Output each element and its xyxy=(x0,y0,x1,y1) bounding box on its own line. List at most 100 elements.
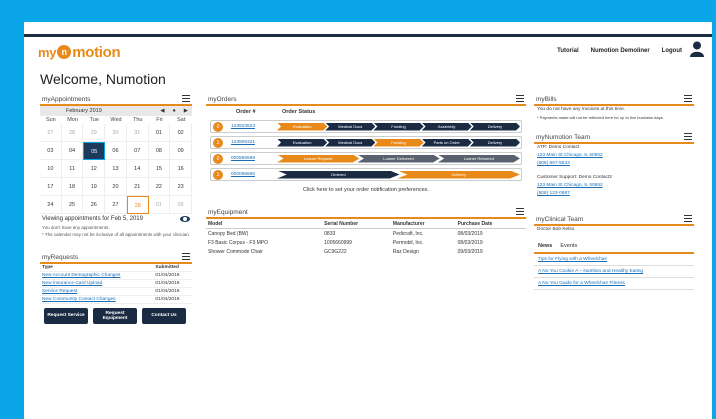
calendar-day[interactable]: 26 xyxy=(83,196,106,214)
news-item-link[interactable]: A No You Cookie A – Nutrition and Health… xyxy=(534,266,694,279)
contact-us-button[interactable]: Contact Us xyxy=(142,308,186,324)
request-type-link[interactable]: Service Request xyxy=(40,287,154,296)
nav-tutorial[interactable]: Tutorial xyxy=(557,48,579,54)
request-date: 01/04/2019 xyxy=(153,271,192,280)
eye-icon[interactable] xyxy=(180,216,190,222)
calendar-day[interactable]: 28 xyxy=(126,196,149,214)
calendar-day[interactable]: 11 xyxy=(61,160,84,178)
nav-logout[interactable]: Logout xyxy=(662,48,682,54)
request-service-button[interactable]: Request Service xyxy=(44,308,88,324)
atp-address-link[interactable]: 123 Main St Chicago, IL 60652 xyxy=(534,152,694,160)
calendar-day[interactable]: 12 xyxy=(83,160,106,178)
calendar-day[interactable]: 03 xyxy=(40,142,62,160)
request-type-link[interactable]: New Account Demographic Changes xyxy=(40,271,154,280)
calendar-day[interactable]: 06 xyxy=(105,142,127,160)
calendar-day[interactable]: 28 xyxy=(61,124,84,142)
menu-icon[interactable] xyxy=(684,95,692,103)
nav-user-name[interactable]: Numotion Demoliner xyxy=(591,48,650,54)
appointments-title: myAppointments xyxy=(42,96,91,103)
request-date: 01/04/2019 xyxy=(153,295,192,304)
menu-icon[interactable] xyxy=(684,133,692,141)
notification-prefs-link[interactable]: Click here to set your order notificatio… xyxy=(206,184,526,196)
request-date: 01/04/2019 xyxy=(153,279,192,288)
calendar-day[interactable]: 10 xyxy=(40,160,62,178)
order-step: Medical Docs xyxy=(325,122,376,131)
col-manufacturer: Manufacturer xyxy=(390,219,456,229)
menu-icon[interactable] xyxy=(182,95,190,103)
order-step: Delivery xyxy=(469,122,521,131)
tab-events[interactable]: Events xyxy=(560,243,577,249)
equipment-header: myEquipment xyxy=(206,207,526,219)
calendar-day[interactable]: 01 xyxy=(148,124,171,142)
order-progress: Evaluation Medical Docs Funding Assembly Del… xyxy=(277,122,521,131)
cs-phone-link[interactable]: (608) 123-0987 xyxy=(534,190,694,198)
request-equipment-button[interactable]: Request Equipment xyxy=(93,308,137,324)
order-badge: 1 xyxy=(213,169,223,180)
bills-empty-text: You do not have any invoices at this tim… xyxy=(537,107,626,112)
equipment-cell: Raz Design xyxy=(392,248,419,255)
calendar-day[interactable]: 19 xyxy=(83,178,106,196)
today-dot-icon[interactable]: ● xyxy=(172,108,175,114)
user-icon[interactable] xyxy=(690,41,704,57)
doctor-name: Doctor Bob Kelso xyxy=(537,227,575,232)
calendar-day[interactable]: 21 xyxy=(126,178,149,196)
numotion-logo[interactable]: my n motion xyxy=(38,42,121,62)
news-item-link[interactable]: Tips for Flying with a Wheelchair xyxy=(534,254,694,267)
tab-news[interactable]: News xyxy=(538,243,552,249)
calendar-day[interactable]: 20 xyxy=(105,178,127,196)
prev-month-icon[interactable]: ◀ xyxy=(160,108,164,114)
calendar-day[interactable]: 17 xyxy=(40,178,62,196)
request-type-link[interactable]: New Community Contact Changes xyxy=(40,295,154,304)
calendar-day[interactable]: 07 xyxy=(126,142,149,160)
order-badge: 1 xyxy=(213,137,223,148)
calendar-day[interactable]: 13 xyxy=(105,160,127,178)
table-row: Shower Commode Chair GC9G222 Raz Design 09/… xyxy=(206,247,526,256)
calendar-day[interactable]: 24 xyxy=(40,196,62,214)
calendar-day[interactable]: 02 xyxy=(170,124,192,142)
calendar-day[interactable]: 23 xyxy=(170,178,192,196)
calendar-day[interactable]: 14 xyxy=(126,160,149,178)
calendar-day[interactable]: 04 xyxy=(61,142,84,160)
menu-icon[interactable] xyxy=(516,208,524,216)
next-month-icon[interactable]: ▶ xyxy=(184,108,188,114)
calendar-day[interactable]: 18 xyxy=(61,178,84,196)
col-type: Type xyxy=(40,264,154,272)
calendar-day[interactable]: 27 xyxy=(105,196,127,214)
news-tabs: News Events xyxy=(534,240,694,255)
news-item-link[interactable]: A No You Guide for a Wheelchair Fitness xyxy=(534,278,694,291)
order-number-link[interactable]: 000066666 xyxy=(231,172,277,177)
calendar-grid: Sun Mon Tue Wed Thu Fri Sat 27 28 29 30 31 01 02 03 04 0… xyxy=(40,116,192,214)
calendar-day[interactable]: 22 xyxy=(148,178,171,196)
calendar-day[interactable]: 05 xyxy=(83,142,106,160)
calendar-day[interactable]: 27 xyxy=(40,124,62,142)
calendar-day[interactable]: 15 xyxy=(148,160,171,178)
calendar-day[interactable]: 16 xyxy=(170,160,192,178)
col-serial: Serial Number xyxy=(322,219,391,229)
team-title: myNumotion Team xyxy=(536,134,591,141)
calendar-day[interactable]: 29 xyxy=(83,124,106,142)
clinical-header: myClinical Team xyxy=(534,214,694,226)
request-date: 01/04/2019 xyxy=(153,287,192,296)
calendar-day[interactable]: 25 xyxy=(61,196,84,214)
request-type-link[interactable]: New Insurance Card Upload xyxy=(40,279,154,288)
table-row: Service Request 01/04/2019 xyxy=(40,287,192,296)
calendar-day[interactable]: 31 xyxy=(126,124,149,142)
cs-address-link[interactable]: 123 Main St Chicago, IL 60652 xyxy=(534,182,694,190)
menu-icon[interactable] xyxy=(182,253,190,261)
request-buttons: Request Service Request Equipment Contac… xyxy=(40,304,192,328)
col-order-num: Order # xyxy=(236,109,256,115)
calendar-day[interactable]: 01 xyxy=(148,196,171,214)
calendar-day[interactable]: 02 xyxy=(170,196,192,214)
order-number-link[interactable]: 123923623 xyxy=(231,124,277,129)
order-number-link[interactable]: 000555598 xyxy=(231,156,277,161)
menu-icon[interactable] xyxy=(516,95,524,103)
calendar-day[interactable]: 30 xyxy=(105,124,127,142)
equipment-cell: Shower Commode Chair xyxy=(208,248,263,255)
calendar-day[interactable]: 08 xyxy=(148,142,171,160)
order-step: Evaluation xyxy=(277,138,328,147)
calendar-day[interactable]: 09 xyxy=(170,142,192,160)
menu-icon[interactable] xyxy=(684,215,692,223)
order-number-link[interactable]: 123905321 xyxy=(231,140,277,145)
day-of-week-label: Wed xyxy=(110,117,122,123)
atp-phone-link[interactable]: (608) 867-5543 xyxy=(534,160,694,168)
